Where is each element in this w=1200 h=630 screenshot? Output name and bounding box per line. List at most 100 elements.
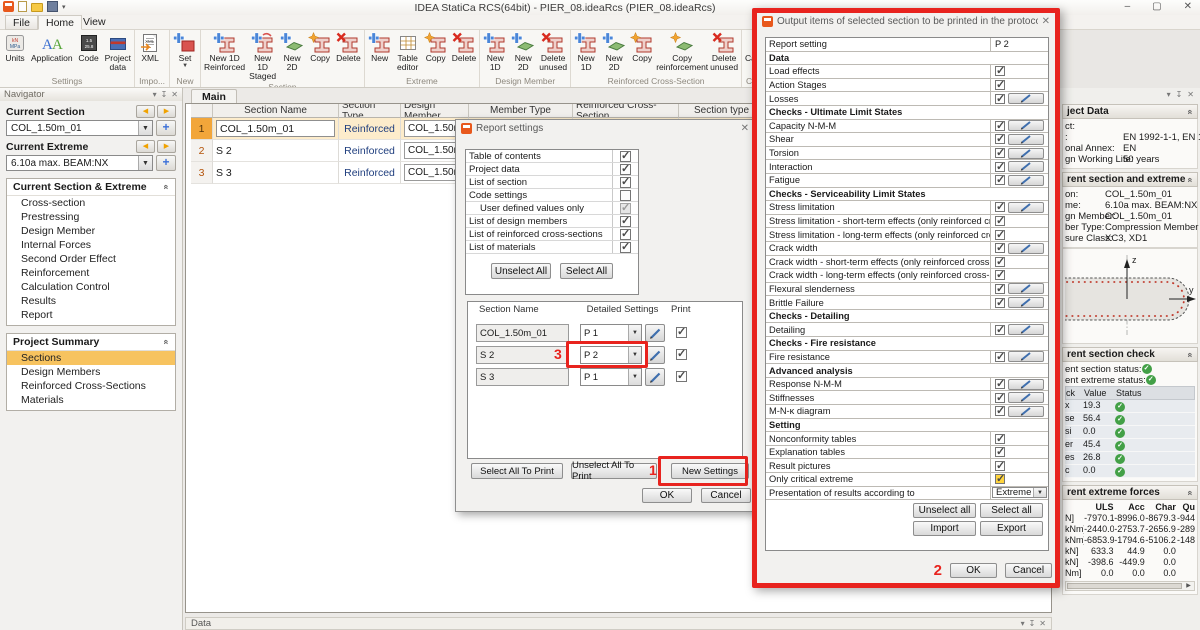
ok-button[interactable]: OK (642, 488, 692, 503)
print-checkbox[interactable] (676, 371, 687, 382)
tab-main[interactable]: Main (191, 89, 237, 104)
section-check-header[interactable]: rent section check « (1062, 347, 1198, 362)
checkbox-crack-width-long-term-effects-only-reinf[interactable] (995, 270, 1005, 280)
edit-detail-button[interactable] (1008, 297, 1044, 308)
export-button[interactable]: Export (980, 521, 1043, 536)
checkbox-stress-limitation-long-term-effects-only[interactable] (995, 230, 1005, 240)
sidebar-item-reinforcement[interactable]: Reinforcement (7, 266, 175, 280)
close-icon[interactable]: ✕ (741, 123, 749, 134)
data-panel-bar[interactable]: Data ▾ ↧ ✕ (185, 617, 1052, 630)
check-table-row[interactable]: er 45.4 ✓ (1065, 439, 1195, 452)
checkbox-action-stages[interactable] (995, 80, 1005, 90)
sidebar-item-calculation-control[interactable]: Calculation Control (7, 280, 175, 294)
edit-detail-button[interactable] (1008, 351, 1044, 362)
checkbox-shear[interactable] (995, 134, 1005, 144)
section-name-field[interactable]: COL_1.50m_01 (476, 324, 569, 342)
checkbox-user-defined-values-only[interactable] (620, 203, 631, 214)
ribbon-button-delete[interactable]: Delete (334, 31, 363, 64)
print-checkbox[interactable] (676, 349, 687, 360)
navigator-group-header[interactable]: Project Summary « (7, 334, 175, 351)
import-button[interactable]: Import (913, 521, 976, 536)
edit-detail-button[interactable] (1008, 148, 1044, 159)
panel-pin-icon[interactable]: ↧ (1176, 90, 1183, 99)
checkbox-load-effects[interactable] (995, 66, 1005, 76)
column-header-section-type[interactable]: Section Type (339, 104, 401, 118)
ribbon-button-new-2d[interactable]: New 2D (278, 31, 306, 73)
edit-detail-button[interactable] (1008, 283, 1044, 294)
maximize-button[interactable]: ▢ (1152, 1, 1161, 12)
scrollbar-thumb[interactable] (1067, 583, 1182, 589)
checkbox-list-of-materials[interactable] (620, 242, 631, 253)
edit-settings-button[interactable] (645, 346, 665, 364)
sidebar-item-materials[interactable]: Materials (7, 393, 175, 407)
detailed-settings-combobox[interactable]: P 1▼ (580, 324, 642, 342)
sidebar-item-report[interactable]: Report (7, 308, 175, 322)
ribbon-button-new-1d[interactable]: New 1D (572, 31, 600, 73)
checkbox-result-pictures[interactable] (995, 461, 1005, 471)
ribbon-button-new-1d[interactable]: New 1D (481, 31, 509, 73)
minimize-button[interactable]: – (1125, 1, 1131, 12)
checkbox-torsion[interactable] (995, 148, 1005, 158)
check-table-row[interactable]: es 26.8 ✓ (1065, 452, 1195, 465)
checkbox-nonconformity-tables[interactable] (995, 434, 1005, 444)
navigator-group-header[interactable]: Current Section & Extreme « (7, 179, 175, 196)
ok-button[interactable]: OK (950, 563, 997, 578)
checkbox-crack-width-short-term-effects-only-rein[interactable] (995, 257, 1005, 267)
sidebar-item-sections[interactable]: Sections (7, 351, 175, 365)
panel-pin-icon[interactable]: ↧ (161, 90, 168, 99)
collapse-icon[interactable]: « (1185, 177, 1195, 182)
panel-pin-icon[interactable]: ↧ (1029, 619, 1036, 628)
sidebar-item-internal-forces[interactable]: Internal Forces (7, 238, 175, 252)
current-section-combobox[interactable]: COL_1.50m_01 ▼ (6, 120, 153, 136)
ribbon-button-xml[interactable]: XML XML (136, 31, 164, 64)
checkbox-only-critical-extreme[interactable] (995, 474, 1005, 484)
collapse-icon[interactable]: « (1185, 109, 1195, 114)
collapse-icon[interactable]: « (1185, 352, 1195, 357)
ribbon-button-project-data[interactable]: Project data (103, 31, 133, 73)
sidebar-item-cross-section[interactable]: Cross-section (7, 196, 175, 210)
combobox-caret-icon[interactable]: ▼ (138, 156, 152, 170)
checkbox-brittle-failure[interactable] (995, 298, 1005, 308)
checkbox-project-data[interactable] (620, 164, 631, 175)
combobox-caret-icon[interactable]: ▼ (628, 347, 641, 363)
checkbox-code-settings[interactable] (620, 190, 631, 201)
select-all-button[interactable]: Select All (560, 263, 613, 279)
collapse-icon[interactable]: « (161, 339, 171, 344)
combobox-caret-icon[interactable]: ▼ (628, 369, 641, 385)
print-checkbox[interactable] (676, 327, 687, 338)
presentation-combobox[interactable]: Extreme▼ (992, 487, 1047, 498)
close-icon[interactable]: ✕ (1042, 16, 1050, 27)
edit-settings-button[interactable] (645, 368, 665, 386)
unselect-all-button[interactable]: Unselect all (913, 503, 976, 518)
checkbox-stress-limitation[interactable] (995, 202, 1005, 212)
edit-detail-button[interactable] (1008, 379, 1044, 390)
cancel-button[interactable]: Cancel (701, 488, 751, 503)
select-all-to-print-button[interactable]: Select All To Print (471, 463, 563, 479)
combobox-caret-icon[interactable]: ▼ (138, 121, 152, 135)
unselect-all-to-print-button[interactable]: Unselect All To Print (571, 463, 657, 479)
project-data-header[interactable]: ject Data « (1062, 104, 1198, 119)
edit-detail-button[interactable] (1008, 406, 1044, 417)
sidebar-item-design-members[interactable]: Design Members (7, 365, 175, 379)
sidebar-item-reinforced-cross-sections[interactable]: Reinforced Cross-Sections (7, 379, 175, 393)
edit-settings-button[interactable] (645, 324, 665, 342)
ribbon-button-code[interactable]: 1.525.8 Code (75, 31, 103, 64)
extreme-forces-header[interactable]: rent extreme forces « (1062, 485, 1198, 500)
column-header-design-member[interactable]: Design Member (401, 104, 469, 118)
sidebar-item-second-order-effect[interactable]: Second Order Effect (7, 252, 175, 266)
checkbox-detailing[interactable] (995, 325, 1005, 335)
ribbon-button-delete-unused[interactable]: Delete unused (537, 31, 569, 73)
panel-caret-icon[interactable]: ▾ (1021, 619, 1025, 628)
checkbox-m-n-diagram[interactable] (995, 406, 1005, 416)
ribbon-button-delete-unused[interactable]: Delete unused (708, 31, 740, 73)
checkbox-response-n-m-m[interactable] (995, 379, 1005, 389)
edit-detail-button[interactable] (1008, 134, 1044, 145)
checkbox-stress-limitation-short-term-effects-onl[interactable] (995, 216, 1005, 226)
ribbon-button-copy[interactable]: Copy (422, 31, 450, 64)
unselect-all-button[interactable]: Unselect All (491, 263, 551, 279)
ribbon-button-units[interactable]: kNMPa Units (1, 31, 29, 64)
ribbon-button-copy[interactable]: Copy (628, 31, 656, 64)
ribbon-button-copy[interactable]: Copy (306, 31, 334, 64)
check-table-row[interactable]: si 0.0 ✓ (1065, 426, 1195, 439)
ribbon-button-application[interactable]: AA Application (29, 31, 75, 64)
